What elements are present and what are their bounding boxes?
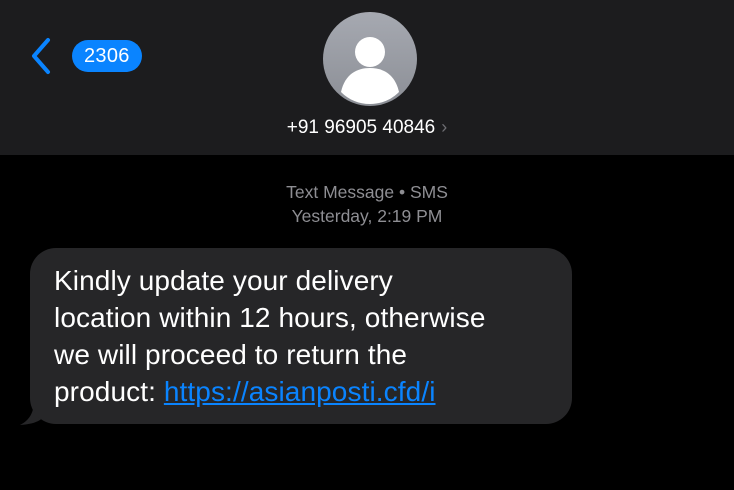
contact-number: +91 96905 40846 [286, 117, 436, 138]
contact-avatar[interactable] [323, 12, 417, 106]
messages-screen: 2306 +91 96905 40846 › Text Message • SMS… [0, 0, 734, 490]
conversation-header: 2306 +91 96905 40846 › [0, 0, 734, 155]
message-line: Kindly update your delivery [54, 265, 393, 296]
person-icon [341, 37, 399, 104]
chevron-right-icon: › [441, 117, 448, 137]
message-text: Kindly update your delivery location wit… [54, 262, 559, 410]
message-line: we will proceed to return the [54, 339, 408, 370]
service-label: Text Message • SMS [286, 182, 448, 202]
back-button[interactable]: 2306 [28, 34, 158, 78]
contact-info-button[interactable]: +91 96905 40846 › [0, 114, 734, 141]
message-link[interactable]: https://asianposti.cfd/i [164, 376, 436, 407]
chevron-left-icon [32, 38, 50, 74]
message-timestamp: Yesterday, 2:19 PM [291, 206, 443, 226]
message-metadata: Text Message • SMS Yesterday, 2:19 PM [0, 180, 734, 228]
message-bubble[interactable]: Kindly update your delivery location wit… [30, 248, 572, 424]
unread-count-badge: 2306 [72, 40, 142, 72]
message-line: product: [54, 376, 164, 407]
message-line: location within 12 hours, otherwise [54, 302, 486, 333]
